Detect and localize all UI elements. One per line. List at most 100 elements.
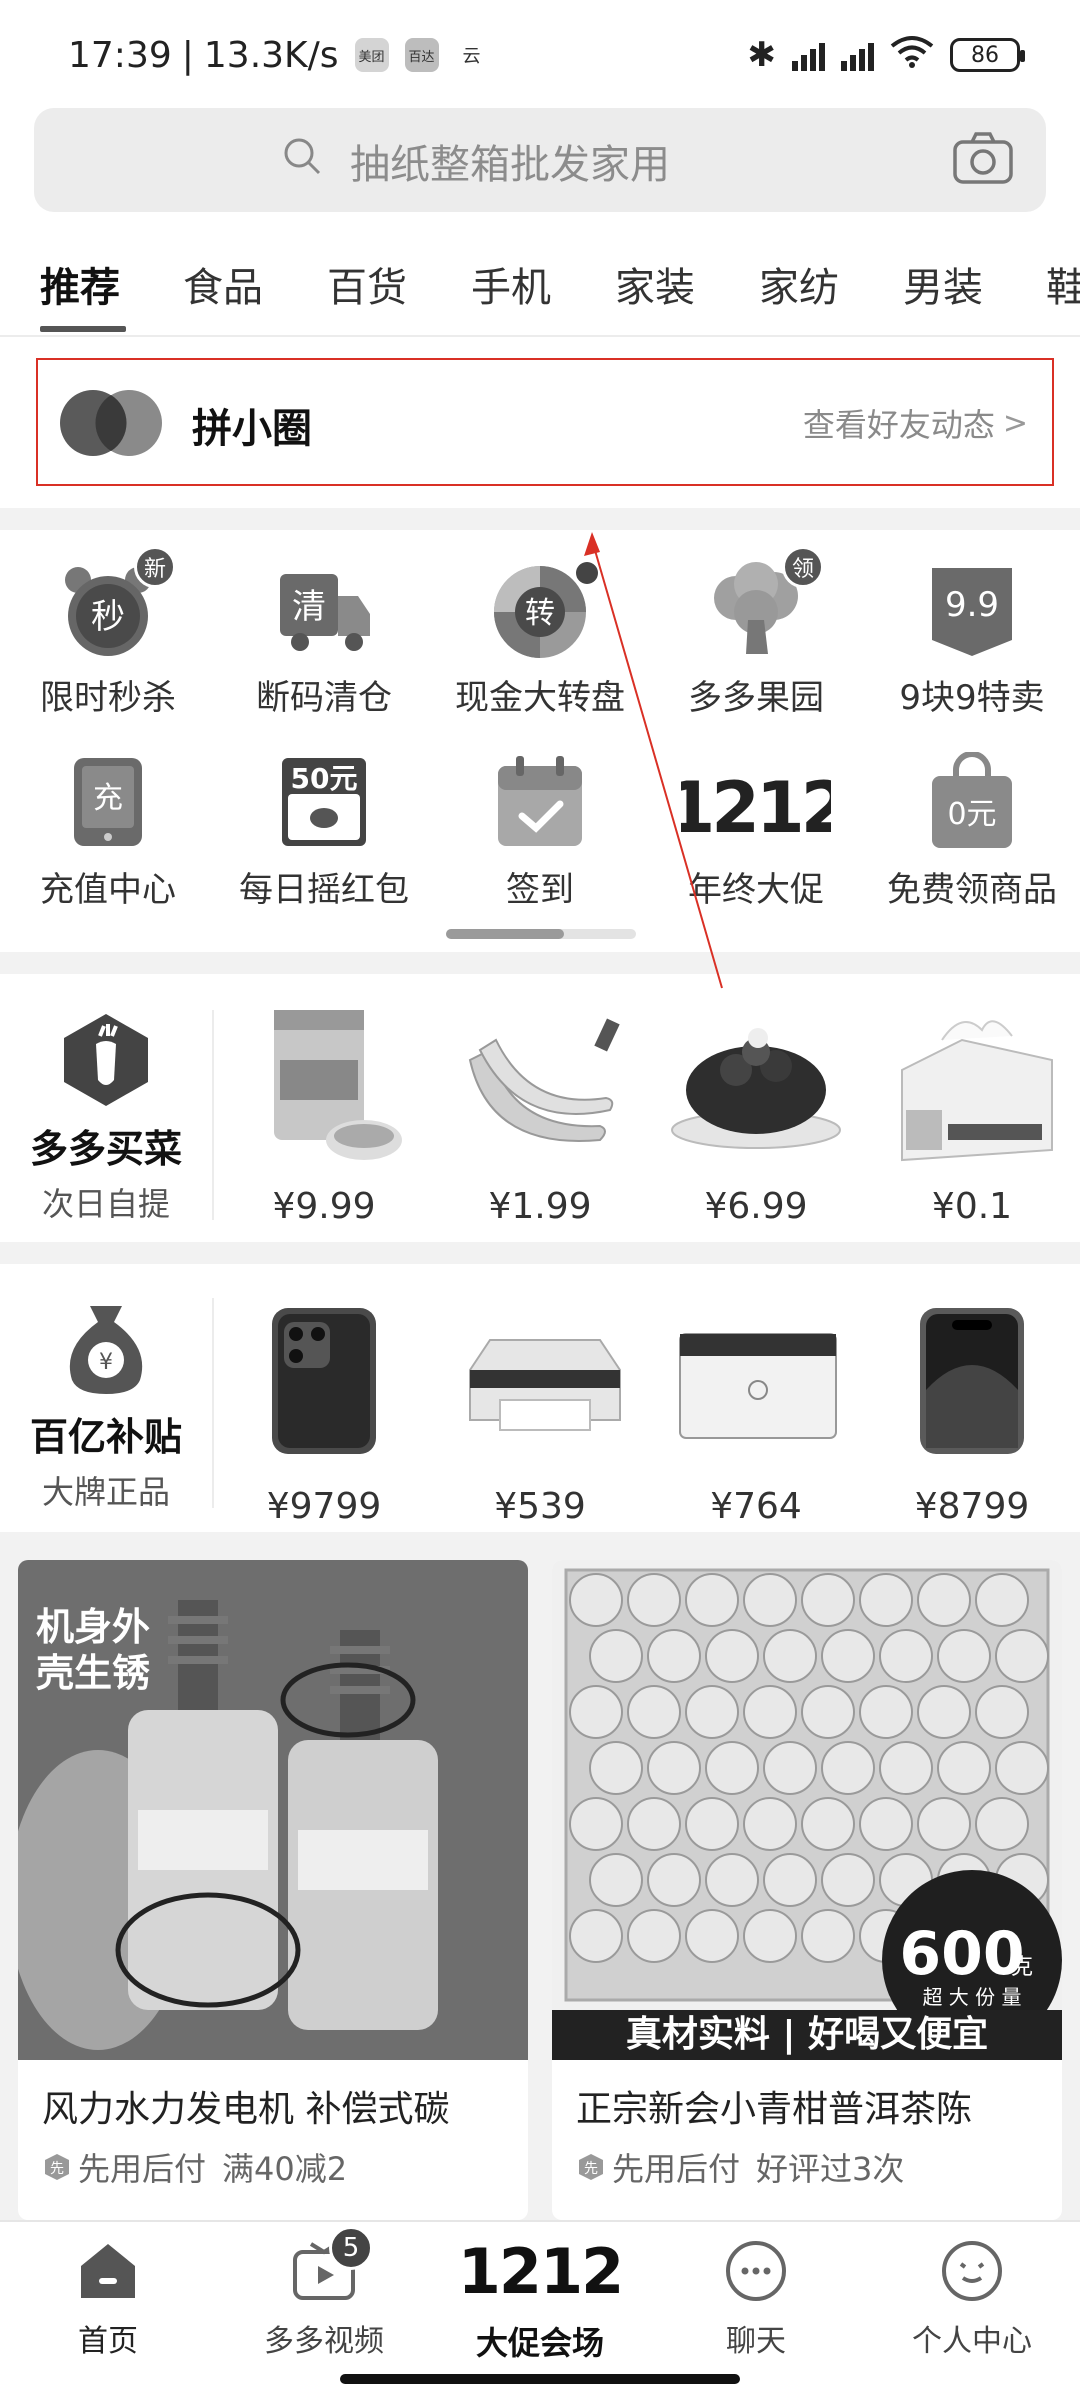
- video-badge: 5: [329, 2226, 373, 2270]
- pay-later-icon: 先: [579, 2154, 603, 2180]
- promo-icon: 1212: [457, 2235, 625, 2308]
- tea-ball: [569, 1685, 623, 1739]
- tabs-divider: [0, 335, 1080, 337]
- view-friends-link[interactable]: 查看好友动态 >: [803, 400, 1028, 446]
- subsidy-subtitle: 大牌正品: [41, 1473, 170, 1511]
- tab-menswear[interactable]: 男装: [903, 255, 983, 313]
- home-gesture-bar[interactable]: [340, 2374, 740, 2384]
- grid-item-clearance[interactable]: 清 断码清仓: [216, 560, 432, 719]
- product-image: [679, 1333, 837, 1439]
- category-tabs: 推荐 食品 百货 手机 家装 家纺 男装 鞋: [0, 235, 1080, 335]
- nav-profile[interactable]: 个人中心: [864, 2236, 1080, 2360]
- product-price: ¥9799: [266, 1486, 382, 1527]
- tab-phones[interactable]: 手机: [471, 255, 551, 313]
- tea-ball: [801, 1573, 855, 1627]
- baida-app-icon: 百达: [404, 38, 439, 72]
- tab-food[interactable]: 食品: [183, 255, 263, 313]
- friend-circle-logo-icon: [60, 390, 162, 456]
- subsidy-product[interactable]: ¥764: [656, 1300, 856, 1527]
- tea-ball: [627, 1573, 681, 1627]
- camera-icon[interactable]: [952, 130, 1014, 186]
- tea-ball: [647, 1629, 701, 1683]
- clearance-glyph: 清: [292, 587, 326, 627]
- profile-icon: [937, 2236, 1007, 2306]
- status-time: 17:39: [68, 34, 172, 76]
- promo-1212-icon: 1212: [667, 752, 850, 852]
- grid-item-cash-wheel[interactable]: 转 现金大转盘: [432, 560, 648, 719]
- grid-item-orchard[interactable]: 领 多多果园: [648, 546, 864, 719]
- tea-ball: [975, 1685, 1029, 1739]
- tea-ball: [743, 1797, 797, 1851]
- nav-chat[interactable]: 聊天: [648, 2236, 864, 2360]
- nav-home[interactable]: 首页: [0, 2236, 216, 2360]
- tab-shoes[interactable]: 鞋: [1046, 255, 1080, 313]
- search-bar[interactable]: 抽纸整箱批发家用: [34, 108, 1046, 212]
- search-input[interactable]: 抽纸整箱批发家用: [350, 132, 670, 190]
- product-image: [671, 1028, 841, 1149]
- tea-ball: [995, 1629, 1049, 1683]
- overlay-unit: 克: [1011, 1955, 1033, 1980]
- product-price: ¥8799: [914, 1486, 1030, 1527]
- tea-ball: [975, 1797, 1029, 1851]
- nav-video[interactable]: 5 多多视频: [216, 2226, 432, 2360]
- tea-ball: [627, 1909, 681, 1963]
- calendar-check-icon: [490, 752, 590, 852]
- tab-bedding[interactable]: 家纺: [759, 255, 839, 313]
- tea-ball: [859, 1797, 913, 1851]
- grocery-row-header[interactable]: 多多买菜 次日自提: [6, 1010, 206, 1225]
- tea-ball: [705, 1741, 759, 1795]
- wheel-icon: 转: [490, 560, 598, 660]
- grid-label: 现金大转盘: [455, 678, 625, 718]
- grocery-product[interactable]: ¥9.99: [224, 1000, 424, 1227]
- view-friends-label: 查看好友动态: [802, 406, 995, 444]
- nav-promo[interactable]: 1212 大促会场: [432, 2236, 648, 2364]
- section-gap: [0, 508, 1080, 530]
- top-up-glyph: 充: [93, 781, 123, 816]
- signal-1-icon: [792, 39, 825, 71]
- feed-title: 正宗新会小青柑普洱茶陈: [576, 2089, 973, 2130]
- grid-item-flash-sale[interactable]: 秒 新 限时秒杀: [0, 546, 216, 719]
- tab-home-decor[interactable]: 家装: [615, 255, 695, 313]
- tab-general[interactable]: 百货: [327, 255, 407, 313]
- tea-ball: [589, 1853, 643, 1907]
- grid-item-free-goods[interactable]: 0元 免费领商品: [864, 751, 1080, 911]
- grocery-product[interactable]: ¥6.99: [656, 1000, 856, 1227]
- subsidy-product[interactable]: ¥8799: [872, 1300, 1072, 1527]
- tea-ball: [821, 1741, 875, 1795]
- truck-icon: 清: [274, 560, 374, 660]
- product-image: [469, 1339, 621, 1431]
- new-badge: 新: [134, 546, 176, 588]
- alarm-clock-icon: 秒 新: [58, 546, 176, 660]
- friend-circle-card[interactable]: 拼小圈 查看好友动态 >: [36, 358, 1054, 486]
- grocery-subtitle: 次日自提: [41, 1185, 170, 1223]
- tea-ball: [627, 1797, 681, 1851]
- grid-item-year-end-sale[interactable]: 1212 年终大促: [648, 752, 864, 911]
- subsidy-row-header[interactable]: ¥ 百亿补贴 大牌正品: [6, 1298, 206, 1513]
- feed-card[interactable]: 机身外 壳生锈 风力水力发电机 补偿式碳 先 先用后付 满40减2: [18, 1560, 528, 2220]
- grid-item-top-up[interactable]: 充 充值中心: [0, 752, 216, 911]
- feed-card[interactable]: 600 克 超 大 份 量 真材实料 | 好喝又便宜 正宗新会小青柑普洱茶陈 先…: [552, 1560, 1062, 2220]
- sale-9-9-glyph: 9.9: [945, 585, 999, 625]
- overlay-subtext: 超 大 份 量: [922, 1985, 1021, 2009]
- tea-ball: [937, 1629, 991, 1683]
- grid-item-daily-red-packet[interactable]: 50元 每日摇红包: [216, 752, 432, 911]
- tab-recommend[interactable]: 推荐: [40, 255, 120, 313]
- promo-label: 好评过3次: [756, 2150, 905, 2188]
- grid-item-check-in[interactable]: 签到: [432, 752, 648, 911]
- grid-label: 签到: [506, 870, 574, 910]
- subsidy-product[interactable]: ¥539: [440, 1300, 640, 1527]
- nav-video-label: 多多视频: [264, 2324, 384, 2359]
- nav-home-label: 首页: [78, 2324, 138, 2359]
- grocery-product[interactable]: ¥0.1: [872, 1000, 1072, 1227]
- video-icon: 5: [289, 2226, 373, 2306]
- grocery-product[interactable]: ¥1.99: [440, 1000, 640, 1227]
- tea-ball: [821, 1853, 875, 1907]
- product-price: ¥539: [494, 1486, 586, 1527]
- product-image: [468, 1018, 620, 1142]
- row-divider: [212, 1010, 214, 1220]
- tea-ball: [801, 1909, 855, 1963]
- money-bag-icon: ¥: [69, 1306, 143, 1394]
- subsidy-product[interactable]: ¥9799: [224, 1300, 424, 1527]
- grid-item-9-9-sale[interactable]: 9.9 9块9特卖: [864, 560, 1080, 719]
- tea-ball: [589, 1741, 643, 1795]
